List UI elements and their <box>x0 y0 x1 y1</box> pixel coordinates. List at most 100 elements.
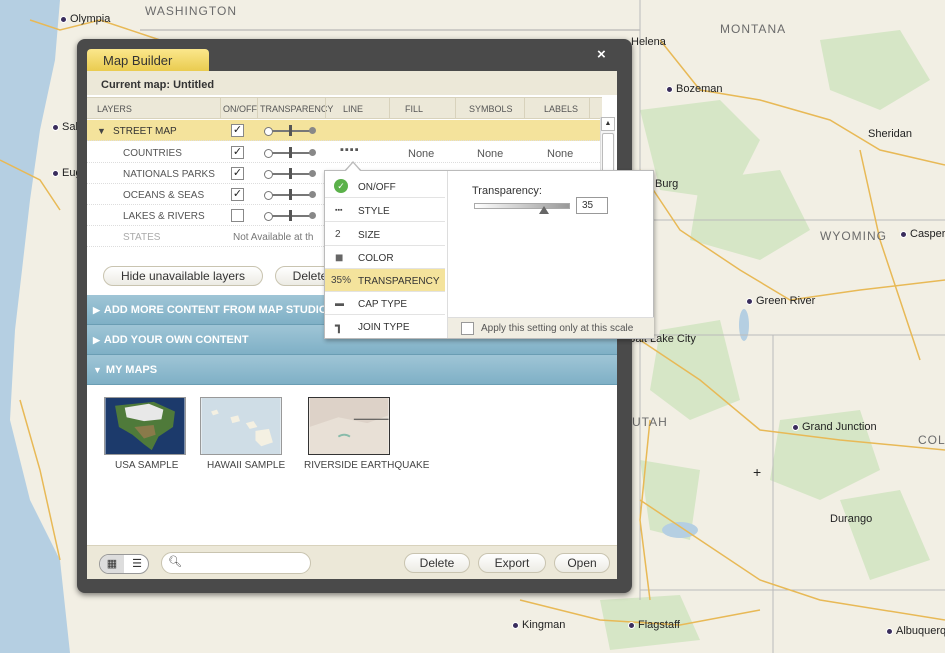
city-marker-icon <box>666 85 673 93</box>
transparency-slider[interactable] <box>264 168 316 179</box>
search-icon: 🔍︎ <box>168 556 182 568</box>
city-marker-icon <box>52 169 59 177</box>
menu-item-style[interactable]: ▪▪▪ STYLE <box>325 199 445 222</box>
layer-onoff-checkbox[interactable]: ✓ <box>231 188 244 201</box>
grid-view-icon[interactable]: ▦ <box>100 555 124 573</box>
scroll-thumb[interactable] <box>602 133 614 173</box>
menu-item-cap-type[interactable]: ▬ CAP TYPE <box>325 292 445 315</box>
apply-scale-checkbox[interactable] <box>461 322 474 335</box>
map-city-olympia: Olympia <box>60 13 110 25</box>
layer-name: STATES <box>123 232 161 243</box>
layer-onoff-checkbox[interactable]: ✓ <box>231 146 244 159</box>
scroll-up-icon[interactable]: ▲ <box>601 117 615 131</box>
current-map-title: Current map: Untitled <box>87 71 617 95</box>
transparency-slider[interactable] <box>264 210 316 221</box>
map-city-helena: Helena <box>631 36 666 48</box>
popup-pointer-inner <box>345 163 361 172</box>
transparency-settings: Transparency: 35 Apply this setting only… <box>447 171 654 338</box>
view-toggle[interactable]: ▦ ☰ <box>99 554 149 574</box>
map-city-casper: Casper <box>900 228 945 240</box>
map-label-utah: UTAH <box>632 415 668 429</box>
menu-item-size[interactable]: 2 SIZE <box>325 223 445 246</box>
map-label-colo: COLO <box>918 433 945 447</box>
expand-triangle-icon[interactable]: ▼ <box>97 126 106 136</box>
thumbnail-riverside-earthquake[interactable] <box>308 397 390 455</box>
transparency-value-input[interactable]: 35 <box>576 197 608 214</box>
expand-arrow-icon: ▶ <box>93 335 100 345</box>
map-label-washington: WASHINGTON <box>145 4 238 18</box>
menu-item-onoff[interactable]: ✓ ON/OFF <box>325 175 445 198</box>
search-input[interactable] <box>161 552 311 574</box>
transparency-label: Transparency: <box>472 185 542 197</box>
window-title-tab: Map Builder <box>87 49 209 73</box>
layer-name: NATIONALS PARKS <box>123 169 215 180</box>
map-label-wyoming: WYOMING <box>820 229 887 243</box>
labels-value[interactable]: None <box>547 148 573 160</box>
close-icon[interactable]: × <box>597 46 606 63</box>
city-marker-icon <box>746 297 753 305</box>
transparency-slider[interactable] <box>264 125 316 136</box>
panel-footer: ▦ ☰ 🔍︎ Delete Export Open <box>87 545 617 579</box>
city-marker-icon <box>60 15 67 23</box>
col-layers: LAYERS <box>97 104 132 114</box>
cap-type-icon: ▬ <box>335 298 344 308</box>
transparency-slider[interactable] <box>264 147 316 158</box>
collapse-arrow-icon: ▼ <box>93 365 102 375</box>
thumbnail-usa-sample[interactable] <box>104 397 186 455</box>
expand-arrow-icon: ▶ <box>93 305 100 315</box>
open-button[interactable]: Open <box>554 553 610 573</box>
line-style-dashed-icon[interactable]: ▪▪▪▪ <box>340 144 360 156</box>
col-onoff: ON/OFF <box>223 104 257 114</box>
section-my-maps[interactable]: ▼ MY MAPS <box>87 355 617 385</box>
fill-value[interactable]: None <box>408 148 434 160</box>
map-city-grand-junction: Grand Junction <box>792 421 877 433</box>
menu-item-join-type[interactable]: ┓ JOIN TYPE <box>325 315 445 338</box>
map-city-green-river: Green River <box>746 295 815 307</box>
thumbnail-label: USA SAMPLE <box>115 460 179 471</box>
city-marker-icon <box>886 627 893 635</box>
symbols-value[interactable]: None <box>477 148 503 160</box>
thumbnail-hawaii-sample[interactable] <box>200 397 282 455</box>
col-labels: LABELS <box>544 104 579 114</box>
map-city-salem: Sal <box>52 121 78 133</box>
join-type-icon: ┓ <box>335 318 343 333</box>
map-label-montana: MONTANA <box>720 22 787 36</box>
transparency-setting-slider[interactable] <box>474 203 570 209</box>
col-symbols: SYMBOLS <box>469 104 513 114</box>
check-circle-icon: ✓ <box>334 179 348 193</box>
col-fill: FILL <box>405 104 424 114</box>
layer-row-countries[interactable]: COUNTRIES ✓ ▪▪▪▪ None None None <box>87 142 602 163</box>
crosshair-icon: + <box>753 464 762 480</box>
layer-name: STREET MAP <box>113 126 177 137</box>
city-marker-icon <box>628 621 635 629</box>
map-city-sheridan: Sheridan <box>868 128 913 140</box>
layer-name: OCEANS & SEAS <box>123 190 205 201</box>
delete-button[interactable]: Delete <box>404 553 470 573</box>
col-line: LINE <box>343 104 364 114</box>
layer-name: LAKES & RIVERS <box>123 211 205 222</box>
layer-onoff-checkbox[interactable]: ✓ <box>231 124 244 137</box>
layer-status: Not Available at th <box>233 232 314 243</box>
layer-row-street-map[interactable]: ▼ STREET MAP ✓ <box>87 120 602 141</box>
transparency-slider[interactable] <box>264 189 316 200</box>
hide-unavailable-button[interactable]: Hide unavailable layers <box>103 266 263 286</box>
thumbnail-label: HAWAII SAMPLE <box>207 460 286 471</box>
export-button[interactable]: Export <box>478 553 546 573</box>
layer-onoff-checkbox[interactable] <box>231 209 244 222</box>
size-number-icon: 2 <box>335 229 341 240</box>
city-marker-icon <box>900 230 907 238</box>
map-city-durango: Durango <box>830 513 873 525</box>
scale-option-bar: Apply this setting only at this scale <box>448 317 654 338</box>
city-marker-icon <box>52 123 59 131</box>
map-city-bozeman: Bozeman <box>666 83 722 95</box>
transparency-percent-icon: 35% <box>331 275 352 286</box>
map-city-albuquerque: Albuquerque <box>886 625 945 637</box>
list-view-icon[interactable]: ☰ <box>125 555 148 573</box>
slider-knob-icon[interactable] <box>539 206 549 214</box>
line-style-popup: ✓ ON/OFF ▪▪▪ STYLE 2 SIZE ■ COLOR 35% TR… <box>324 170 654 339</box>
layer-onoff-checkbox[interactable]: ✓ <box>231 167 244 180</box>
menu-item-color[interactable]: ■ COLOR <box>325 246 445 269</box>
menu-item-transparency[interactable]: 35% TRANSPARENCY <box>325 269 445 292</box>
apply-scale-label: Apply this setting only at this scale <box>481 323 634 334</box>
map-city-flagstaff: Flagstaff <box>628 619 680 631</box>
